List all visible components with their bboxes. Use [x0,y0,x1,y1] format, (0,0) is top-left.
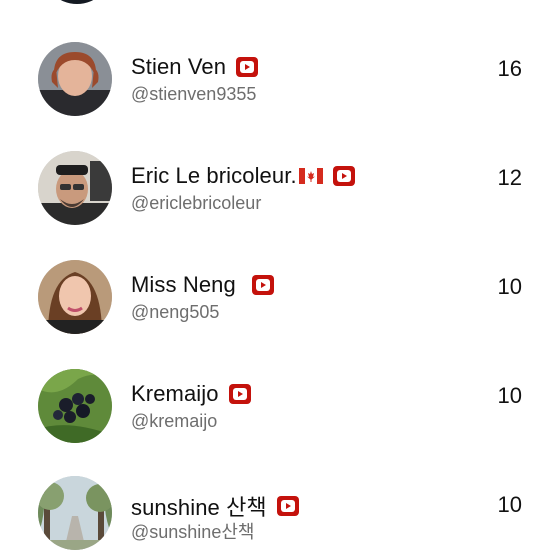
canada-flag-icon [298,168,323,184]
list-item[interactable]: Eric Le bricoleur. @ericlebricoleur 12 [0,109,560,225]
user-list: Stien Ven @stienven9355 16 Eric Le brico… [0,0,560,560]
user-name[interactable]: Stien Ven [131,54,226,80]
count-value: 10 [497,492,522,517]
user-handle: @kremaijo [131,411,218,431]
avatar[interactable] [38,260,112,334]
youtube-icon [251,275,274,295]
avatar[interactable] [38,151,112,225]
user-handle: @sunshine산책 [131,522,255,542]
list-item[interactable]: Miss Neng @neng505 10 [0,218,560,334]
youtube-icon [228,384,251,404]
youtube-icon [276,496,299,516]
count-value: 10 [497,274,522,299]
list-item[interactable]: Stien Ven @stienven9355 16 [0,0,560,116]
avatar[interactable] [38,476,112,550]
user-name[interactable]: Kremaijo [131,381,219,407]
youtube-icon [236,57,259,77]
youtube-icon [332,166,355,186]
user-handle: @stienven9355 [131,84,257,104]
count-value: 16 [497,56,522,81]
list-item[interactable]: Kremaijo @kremaijo 10 [0,327,560,443]
user-name[interactable]: Miss Neng [131,272,236,298]
user-handle: @ericlebricoleur [131,193,262,213]
user-handle: @neng505 [131,302,220,322]
user-name[interactable]: Eric Le bricoleur. [131,163,297,189]
count-value: 12 [497,165,522,190]
avatar[interactable] [38,369,112,443]
avatar[interactable] [38,42,112,116]
count-value: 10 [497,383,522,408]
list-item[interactable]: sunshine 산책 @sunshine산책 10 [0,436,560,550]
